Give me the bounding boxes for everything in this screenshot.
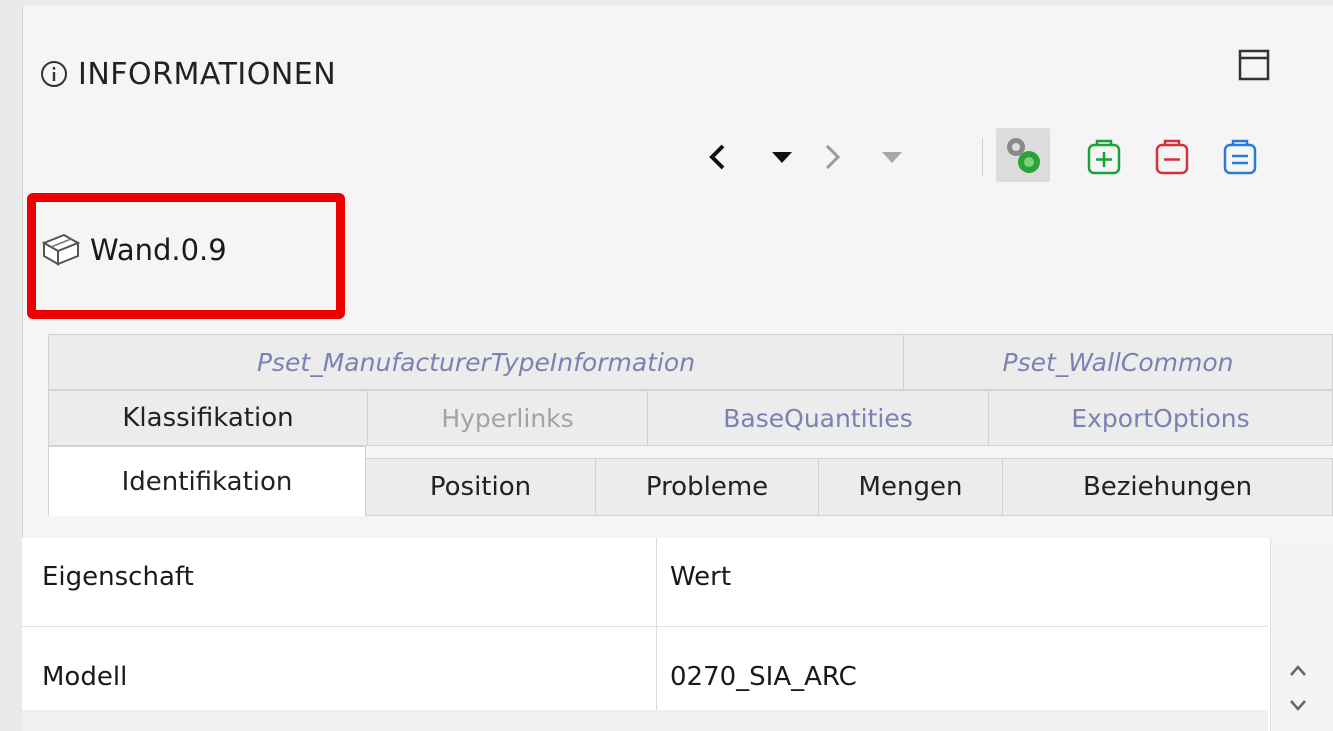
column-header-eigenschaft[interactable]: Eigenschaft bbox=[42, 562, 194, 592]
back-icon[interactable] bbox=[702, 132, 732, 182]
tab-export-options[interactable]: ExportOptions bbox=[988, 390, 1333, 446]
tab-pset-wall-common[interactable]: Pset_WallCommon bbox=[903, 334, 1333, 390]
toolbar-separator bbox=[982, 138, 983, 176]
tab-pset-manufacturer-type-information[interactable]: Pset_ManufacturerTypeInformation bbox=[48, 334, 904, 390]
tab-mengen[interactable]: Mengen bbox=[818, 458, 1003, 516]
forward-dropdown-icon[interactable] bbox=[874, 132, 910, 182]
tab-klassifikation[interactable]: Klassifikation bbox=[48, 390, 368, 446]
select-objects-icon[interactable] bbox=[996, 128, 1050, 182]
tab-base-quantities[interactable]: BaseQuantities bbox=[647, 390, 989, 446]
remove-from-set-icon[interactable] bbox=[1152, 132, 1192, 180]
property-table: Eigenschaft Wert Modell 0270_SIA_ARC bbox=[22, 538, 1333, 731]
column-divider[interactable] bbox=[656, 538, 657, 731]
table-row-next bbox=[22, 710, 1268, 731]
highlight-box bbox=[27, 193, 345, 319]
tab-position[interactable]: Position bbox=[365, 458, 596, 516]
column-header-wert[interactable]: Wert bbox=[670, 562, 731, 592]
scroll-up-icon[interactable] bbox=[1285, 660, 1311, 682]
tab-identifikation[interactable]: Identifikation bbox=[48, 446, 366, 516]
back-dropdown-icon[interactable] bbox=[764, 132, 800, 182]
table-cell-property[interactable]: Modell bbox=[42, 662, 127, 692]
panel-header: INFORMATIONEN bbox=[40, 52, 336, 96]
panel-title: INFORMATIONEN bbox=[78, 56, 337, 92]
maximize-icon[interactable] bbox=[1237, 48, 1271, 82]
scroll-down-icon[interactable] bbox=[1285, 694, 1311, 716]
add-to-set-icon[interactable] bbox=[1084, 132, 1124, 180]
equal-set-icon[interactable] bbox=[1220, 132, 1260, 180]
tab-probleme[interactable]: Probleme bbox=[595, 458, 819, 516]
window-left-edge bbox=[0, 0, 22, 731]
tab-beziehungen[interactable]: Beziehungen bbox=[1002, 458, 1333, 516]
tab-hyperlinks[interactable]: Hyperlinks bbox=[367, 390, 648, 446]
table-cell-value[interactable]: 0270_SIA_ARC bbox=[670, 662, 857, 692]
property-tabs: Pset_ManufacturerTypeInformation Pset_Wa… bbox=[22, 326, 1333, 526]
info-icon bbox=[41, 61, 67, 87]
table-header: Eigenschaft Wert bbox=[22, 538, 1268, 627]
forward-icon[interactable] bbox=[818, 132, 848, 182]
